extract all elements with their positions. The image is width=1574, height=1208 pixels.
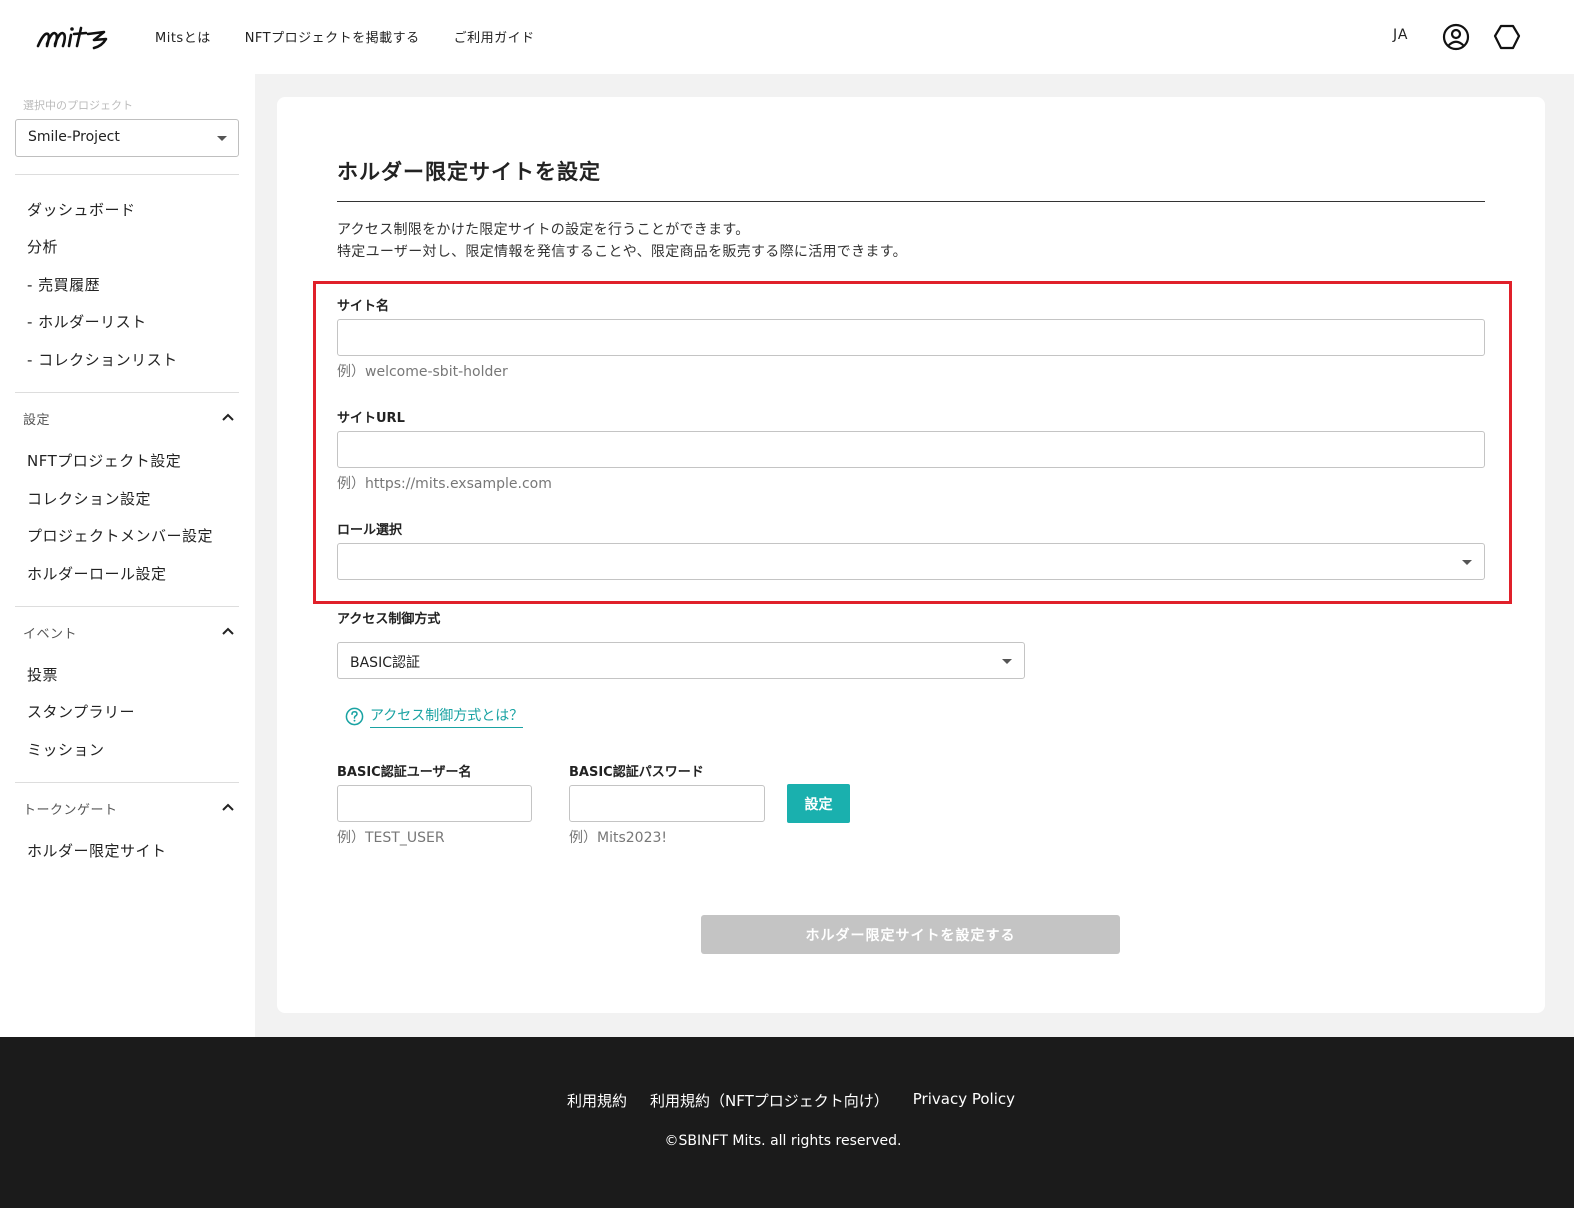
sidebar-item-collection-settings[interactable]: コレクション設定 [27, 488, 151, 509]
divider [15, 782, 239, 783]
mits-logo[interactable] [36, 20, 116, 54]
site-url-input[interactable] [337, 431, 1485, 468]
chevron-down-icon [1002, 659, 1012, 664]
sidebar-item-holder-site[interactable]: ホルダー限定サイト [27, 840, 167, 861]
project-select[interactable]: Smile-Project [15, 119, 239, 157]
help-link-text: アクセス制御方式とは？ [370, 705, 524, 728]
site-name-input[interactable] [337, 319, 1485, 356]
nav-list-project[interactable]: NFTプロジェクトを掲載する [245, 27, 420, 46]
site-name-hint: 例）welcome-sbit-holder [337, 364, 508, 380]
access-control-value: BASIC認証 [350, 655, 420, 671]
sidebar-item-nft-project-settings[interactable]: NFTプロジェクト設定 [27, 450, 181, 471]
access-control-label: アクセス制御方式 [337, 612, 441, 627]
site-url-hint: 例）https://mits.exsample.com [337, 476, 552, 492]
site-url-label: サイトURL [337, 411, 405, 426]
submit-holder-site-button[interactable]: ホルダー限定サイトを設定する [701, 915, 1120, 954]
footer-link-privacy[interactable]: Privacy Policy [913, 1090, 1015, 1111]
question-circle-icon [345, 707, 364, 726]
copyright: ©SBINFT Mits. all rights reserved. [664, 1133, 902, 1149]
basic-password-hint: 例）Mits2023! [569, 830, 667, 846]
sidebar: 選択中のプロジェクト Smile-Project ダッシュボード 分析 - 売買… [0, 74, 255, 1037]
sidebar-item-analytics[interactable]: 分析 [27, 236, 58, 257]
role-select-label: ロール選択 [337, 523, 403, 538]
sidebar-section-event: イベント [23, 627, 78, 642]
basic-password-input[interactable] [569, 785, 765, 822]
nav-guide[interactable]: ご利用ガイド [454, 27, 535, 46]
sidebar-item-member-settings[interactable]: プロジェクトメンバー設定 [27, 525, 213, 546]
wallet-hexagon-icon[interactable] [1492, 22, 1522, 52]
sidebar-section-settings: 設定 [23, 413, 51, 428]
chevron-down-icon [1462, 560, 1472, 565]
page-title: ホルダー限定サイトを設定 [337, 160, 601, 184]
sidebar-item-holder-role-settings[interactable]: ホルダーロール設定 [27, 563, 167, 584]
divider [15, 174, 239, 175]
chevron-up-icon[interactable] [221, 626, 235, 636]
chevron-up-icon[interactable] [221, 802, 235, 812]
basic-username-label: BASIC認証ユーザー名 [337, 765, 472, 780]
divider [15, 392, 239, 393]
project-select-value: Smile-Project [28, 129, 120, 145]
divider [15, 606, 239, 607]
footer-links: 利用規約 利用規約（NFTプロジェクト向け） Privacy Policy [567, 1090, 1015, 1111]
sidebar-item-stamp-rally[interactable]: スタンプラリー [27, 701, 135, 722]
sidebar-item-collection-list[interactable]: - コレクションリスト [27, 349, 178, 370]
sidebar-item-vote[interactable]: 投票 [27, 664, 58, 685]
description-line-2: 特定ユーザー対し、限定情報を発信することや、限定商品を販売する際に活用できます。 [337, 244, 907, 260]
header: Mitsとは NFTプロジェクトを掲載する ご利用ガイド JA [0, 0, 1574, 74]
nav-about[interactable]: Mitsとは [155, 27, 211, 46]
footer: 利用規約 利用規約（NFTプロジェクト向け） Privacy Policy ©S… [0, 1037, 1574, 1208]
basic-username-hint: 例）TEST_USER [337, 830, 445, 846]
chevron-up-icon[interactable] [221, 412, 235, 422]
sidebar-item-mission[interactable]: ミッション [27, 739, 105, 760]
global-nav: Mitsとは NFTプロジェクトを掲載する ご利用ガイド [155, 27, 535, 46]
access-control-help-link[interactable]: アクセス制御方式とは？ [345, 705, 524, 728]
site-name-label: サイト名 [337, 299, 390, 314]
chevron-down-icon [217, 136, 227, 141]
access-control-select[interactable]: BASIC認証 [337, 642, 1025, 679]
description-line-1: アクセス制限をかけた限定サイトの設定を行うことができます。 [337, 222, 750, 238]
basic-password-label: BASIC認証パスワード [569, 765, 704, 780]
sidebar-item-trade-history[interactable]: - 売買履歴 [27, 274, 100, 295]
sidebar-section-token-gate: トークンゲート [23, 803, 118, 818]
title-underline [337, 201, 1485, 202]
selected-project-caption: 選択中のプロジェクト [23, 99, 133, 112]
role-select[interactable] [337, 543, 1485, 580]
footer-link-terms-nft[interactable]: 利用規約（NFTプロジェクト向け） [650, 1090, 889, 1111]
basic-username-input[interactable] [337, 785, 532, 822]
user-account-icon[interactable] [1441, 22, 1471, 52]
sidebar-item-holder-list[interactable]: - ホルダーリスト [27, 311, 147, 332]
footer-link-terms[interactable]: 利用規約 [567, 1090, 627, 1111]
sidebar-item-dashboard[interactable]: ダッシュボード [27, 199, 136, 220]
set-basic-auth-button[interactable]: 設定 [787, 784, 850, 823]
language-switch[interactable]: JA [1393, 27, 1408, 43]
